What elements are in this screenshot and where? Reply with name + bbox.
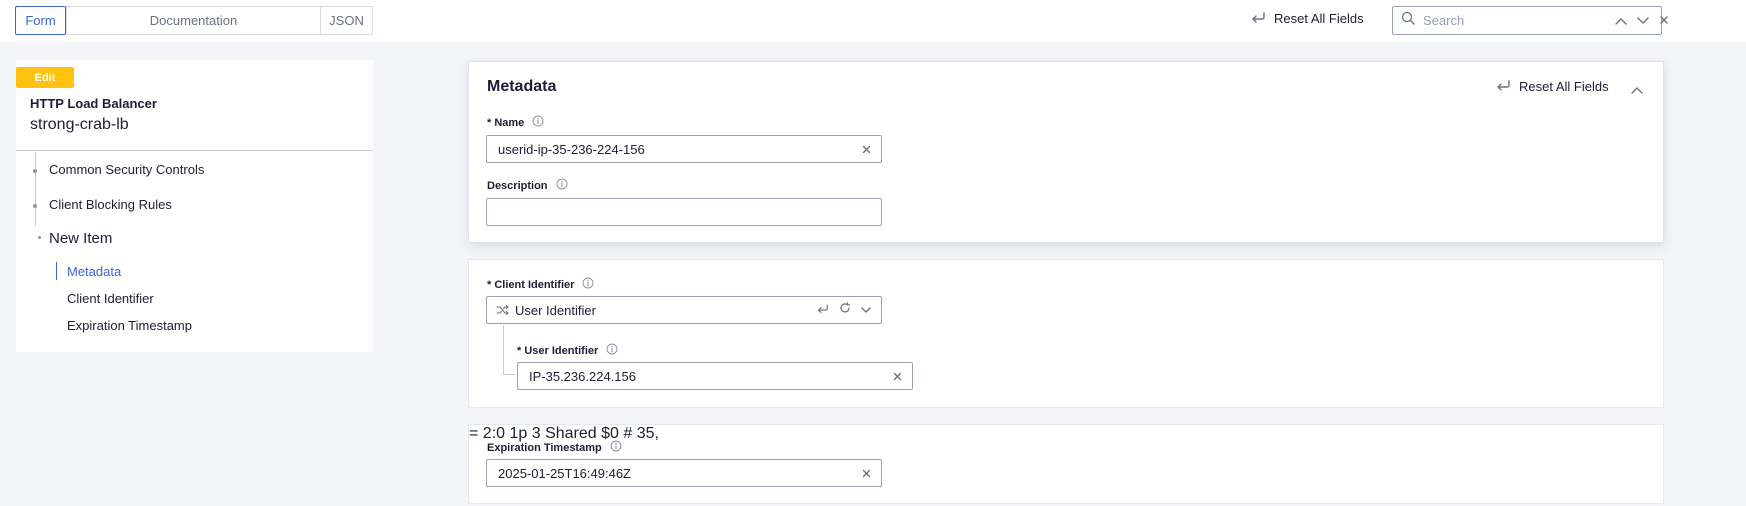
search-icon	[1401, 11, 1415, 30]
clear-icon[interactable]	[862, 145, 871, 154]
view-mode-tabs: Form Documentation JSON	[15, 6, 373, 35]
left-navigation-panel: Edit HTTP Load Balancer strong-crab-lb C…	[16, 60, 373, 352]
nested-connector	[503, 325, 504, 374]
info-icon[interactable]	[582, 277, 594, 292]
tab-form[interactable]: Form	[15, 6, 66, 35]
user-identifier-label-text: * User Identifier	[517, 344, 599, 357]
client-identifier-value: User Identifier	[515, 302, 596, 318]
client-identifier-label: * Client Identifier	[487, 277, 594, 292]
clear-icon[interactable]	[862, 469, 871, 478]
object-name: strong-crab-lb	[30, 116, 129, 133]
tree-node-dot	[38, 236, 41, 239]
divider	[16, 150, 373, 151]
search-box	[1392, 6, 1668, 35]
description-field[interactable]	[486, 198, 882, 226]
reset-all-fields-button[interactable]: Reset All Fields	[1250, 10, 1364, 27]
metadata-title: Metadata	[487, 78, 557, 95]
active-indicator	[56, 262, 57, 280]
client-identifier-card: * Client Identifier User Identifier * Us…	[468, 259, 1664, 408]
info-icon[interactable]	[556, 178, 568, 193]
expiration-timestamp-value[interactable]: 2025-01-25T16:49:46Z	[498, 466, 862, 481]
info-icon[interactable]	[532, 115, 544, 130]
description-label-text: Description	[487, 179, 548, 192]
nested-connector	[503, 374, 515, 375]
choice-icon	[496, 304, 509, 316]
tree-node-dot	[33, 204, 37, 208]
tree-connector	[35, 152, 36, 226]
name-label-text: * Name	[487, 116, 525, 129]
expiration-timestamp-label: Expiration Timestamp	[487, 440, 622, 455]
chevron-down-icon[interactable]	[861, 301, 871, 319]
top-toolbar: Form Documentation JSON Reset All Fields	[0, 0, 1746, 42]
info-icon[interactable]	[610, 440, 622, 455]
expiration-timestamp-label-text: Expiration Timestamp	[487, 441, 602, 454]
user-identifier-field[interactable]: IP-35.236.224.156	[517, 362, 913, 390]
name-label: * Name	[487, 115, 544, 130]
previous-result-icon[interactable]	[1615, 12, 1627, 30]
search-input[interactable]	[1423, 13, 1599, 28]
client-identifier-select[interactable]: User Identifier	[486, 296, 882, 324]
reset-icon[interactable]	[816, 301, 829, 319]
next-result-icon[interactable]	[1637, 12, 1649, 30]
collapse-chevron-icon[interactable]	[1631, 81, 1643, 99]
expiration-timestamp-field[interactable]: 2025-01-25T16:49:46Z	[486, 459, 882, 487]
user-identifier-label: * User Identifier	[517, 343, 618, 358]
tree-item-common-security-controls[interactable]: Common Security Controls	[49, 162, 204, 177]
info-icon[interactable]	[606, 343, 618, 358]
name-value[interactable]: userid-ip-35-236-224-156	[498, 142, 862, 157]
sub-item-expiration-timestamp[interactable]: Expiration Timestamp	[67, 318, 192, 333]
clear-icon[interactable]	[893, 372, 902, 381]
edit-badge: Edit	[16, 67, 74, 88]
sub-item-metadata[interactable]: Metadata	[67, 264, 121, 279]
refresh-icon[interactable]	[839, 301, 851, 319]
clear-search-icon[interactable]	[1659, 12, 1669, 30]
name-field[interactable]: userid-ip-35-236-224-156	[486, 135, 882, 163]
client-identifier-label-text: * Client Identifier	[487, 278, 575, 291]
user-identifier-value[interactable]: IP-35.236.224.156	[529, 369, 893, 384]
expiration-timestamp-card: Expiration Timestamp = 2:0 1p 3 Shared $…	[468, 424, 1664, 504]
description-label: Description	[487, 178, 568, 193]
reset-icon	[1250, 10, 1266, 27]
reset-icon	[1495, 78, 1511, 95]
tab-json[interactable]: JSON	[320, 7, 372, 34]
metadata-reset-label: Reset All Fields	[1519, 79, 1609, 94]
reset-all-fields-label: Reset All Fields	[1274, 11, 1364, 26]
tree-item-new-item[interactable]: New Item	[49, 230, 112, 247]
metadata-reset-button[interactable]: Reset All Fields	[1495, 78, 1609, 95]
object-type: HTTP Load Balancer	[30, 96, 157, 111]
sub-item-client-identifier[interactable]: Client Identifier	[67, 291, 154, 306]
tab-documentation[interactable]: Documentation	[66, 7, 320, 34]
tree-item-client-blocking-rules[interactable]: Client Blocking Rules	[49, 197, 172, 212]
tree-node-dot	[33, 169, 37, 173]
metadata-card: Metadata Reset All Fields * Name userid-…	[468, 61, 1664, 243]
